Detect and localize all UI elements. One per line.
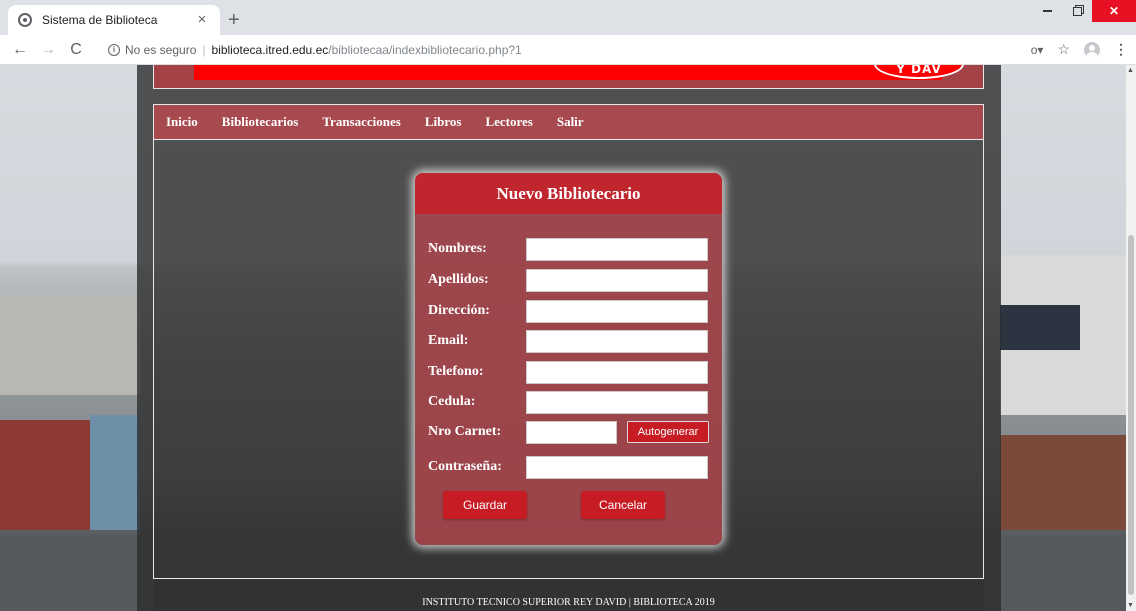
background-shop-right bbox=[1000, 435, 1136, 530]
banner-logo: Y DAV bbox=[874, 65, 964, 79]
nav-salir[interactable]: Salir bbox=[557, 114, 584, 130]
background-building-left bbox=[0, 295, 140, 395]
minimize-button[interactable] bbox=[1032, 0, 1062, 22]
cancel-button[interactable]: Cancelar bbox=[581, 491, 665, 519]
globe-icon bbox=[18, 13, 32, 27]
profile-icon[interactable] bbox=[1084, 41, 1100, 58]
email-label: Email: bbox=[428, 333, 469, 348]
form-row-direccion: Dirección: bbox=[428, 299, 708, 323]
carnet-label: Nro Carnet: bbox=[428, 424, 502, 439]
nav-transacciones[interactable]: Transacciones bbox=[322, 114, 400, 130]
address-bar[interactable]: i No es seguro | biblioteca.itred.edu.ec… bbox=[108, 40, 522, 60]
form-row-nombres: Nombres: bbox=[428, 237, 708, 261]
back-icon[interactable]: ← bbox=[6, 41, 34, 59]
form-row-password: Contraseña: bbox=[428, 455, 708, 479]
banner-image: Y DAV bbox=[194, 65, 964, 80]
page-footer: INSTITUTO TECNICO SUPERIOR REY DAVID | B… bbox=[153, 578, 984, 611]
direccion-label: Dirección: bbox=[428, 303, 490, 318]
key-icon[interactable]: o▾ bbox=[1031, 43, 1044, 57]
form-row-apellidos: Apellidos: bbox=[428, 268, 708, 292]
close-window-button[interactable]: ✕ bbox=[1092, 0, 1136, 22]
tab-close-icon[interactable]: × bbox=[194, 12, 210, 28]
browser-tabstrip: Sistema de Biblioteca × + ✕ bbox=[0, 0, 1136, 35]
new-tab-icon[interactable]: + bbox=[228, 10, 240, 30]
password-label: Contraseña: bbox=[428, 459, 502, 474]
maximize-button[interactable] bbox=[1062, 0, 1092, 22]
page-container: Y DAV Inicio Bibliotecarios Transaccione… bbox=[137, 65, 1001, 611]
form-title: Nuevo Bibliotecario bbox=[496, 183, 641, 203]
apellidos-input[interactable] bbox=[526, 268, 708, 292]
cedula-input[interactable] bbox=[526, 390, 708, 414]
form-row-carnet: Nro Carnet: Autogenerar bbox=[428, 420, 709, 444]
new-librarian-form: Nuevo Bibliotecario Nombres: Apellidos: … bbox=[415, 173, 722, 545]
page-scrollbar[interactable]: ▲ ▼ bbox=[1126, 65, 1136, 611]
url-separator: | bbox=[202, 43, 206, 57]
form-header: Nuevo Bibliotecario bbox=[415, 173, 722, 214]
url-path: /bibliotecaa/indexbibliotecario.php?1 bbox=[328, 43, 522, 57]
nav-lectores[interactable]: Lectores bbox=[485, 114, 532, 130]
footer-text: INSTITUTO TECNICO SUPERIOR REY DAVID | B… bbox=[422, 597, 715, 608]
password-input[interactable] bbox=[526, 455, 708, 479]
security-label: No es seguro bbox=[125, 43, 197, 57]
minimize-icon bbox=[1042, 10, 1052, 12]
main-navbar: Inicio Bibliotecarios Transacciones Libr… bbox=[153, 104, 984, 140]
background-mural-left bbox=[90, 415, 140, 530]
forward-icon[interactable]: → bbox=[34, 41, 62, 59]
telefono-label: Telefono: bbox=[428, 364, 484, 379]
info-icon[interactable]: i bbox=[108, 44, 120, 56]
form-row-email: Email: bbox=[428, 329, 708, 353]
tab-title: Sistema de Biblioteca bbox=[42, 13, 158, 27]
window-controls: ✕ bbox=[1032, 0, 1136, 22]
header-banner: Y DAV bbox=[153, 65, 984, 89]
toolbar-actions: o▾ ☆ ⋮ bbox=[1031, 41, 1128, 58]
save-button[interactable]: Guardar bbox=[443, 491, 527, 519]
form-row-cedula: Cedula: bbox=[428, 390, 708, 414]
banner-logo-text: Y DAV bbox=[896, 65, 942, 76]
nav-bibliotecarios[interactable]: Bibliotecarios bbox=[222, 114, 299, 130]
menu-icon[interactable]: ⋮ bbox=[1114, 41, 1128, 58]
scroll-thumb[interactable] bbox=[1128, 235, 1134, 595]
apellidos-label: Apellidos: bbox=[428, 272, 489, 287]
reload-icon[interactable]: C bbox=[62, 41, 90, 59]
telefono-input[interactable] bbox=[526, 360, 708, 384]
background-windows-right bbox=[1000, 305, 1080, 350]
nav-inicio[interactable]: Inicio bbox=[166, 114, 198, 130]
browser-toolbar: ← → C i No es seguro | biblioteca.itred.… bbox=[0, 35, 1136, 65]
scroll-down-icon[interactable]: ▼ bbox=[1127, 602, 1134, 609]
autogenerate-button[interactable]: Autogenerar bbox=[627, 421, 709, 443]
nombres-label: Nombres: bbox=[428, 241, 487, 256]
direccion-input[interactable] bbox=[526, 299, 708, 323]
cedula-label: Cedula: bbox=[428, 394, 476, 409]
email-input[interactable] bbox=[526, 329, 708, 353]
form-row-telefono: Telefono: bbox=[428, 360, 708, 384]
nombres-input[interactable] bbox=[526, 237, 708, 261]
star-icon[interactable]: ☆ bbox=[1057, 41, 1070, 58]
carnet-input[interactable] bbox=[526, 420, 617, 444]
page-viewport: Y DAV Inicio Bibliotecarios Transaccione… bbox=[0, 65, 1136, 611]
restore-icon bbox=[1072, 6, 1082, 16]
scroll-up-icon[interactable]: ▲ bbox=[1127, 67, 1134, 74]
nav-libros[interactable]: Libros bbox=[425, 114, 462, 130]
close-icon: ✕ bbox=[1108, 4, 1120, 18]
browser-tab[interactable]: Sistema de Biblioteca × bbox=[8, 5, 220, 35]
url-host: biblioteca.itred.edu.ec bbox=[211, 43, 329, 57]
